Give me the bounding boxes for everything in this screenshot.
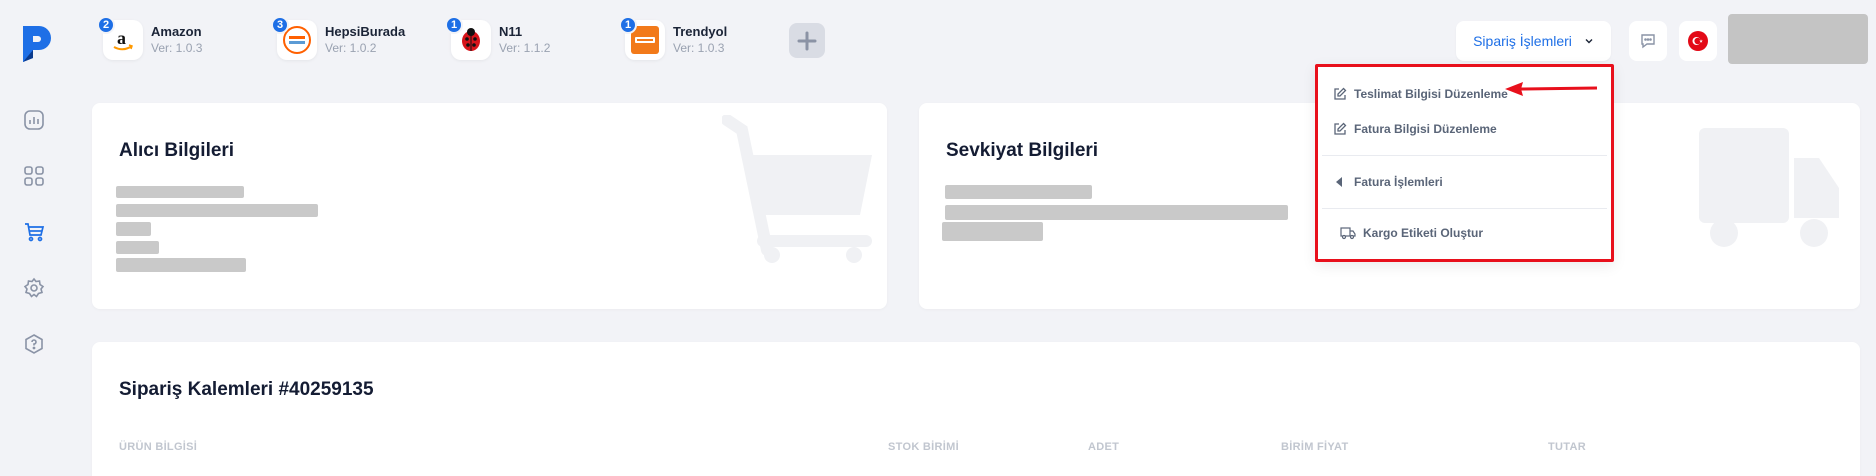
annotation-arrow-icon — [1505, 82, 1597, 96]
app-logo[interactable] — [19, 22, 55, 64]
edit-delivery-info-item[interactable]: Teslimat Bilgisi Düzenleme — [1333, 84, 1508, 104]
sidebar — [0, 0, 68, 476]
count-badge: 3 — [271, 16, 289, 34]
count-badge: 1 — [619, 16, 637, 34]
create-shipping-label-item[interactable]: Kargo Etiketi Oluştur — [1340, 223, 1483, 243]
marketplace-name: Amazon — [151, 24, 202, 39]
invoice-actions-item[interactable]: Fatura İşlemleri — [1333, 172, 1443, 192]
edit-invoice-info-item[interactable]: Fatura Bilgisi Düzenleme — [1333, 119, 1497, 139]
language-button[interactable] — [1679, 21, 1717, 61]
column-header-unit-price[interactable]: BİRİM FİYAT — [1281, 441, 1348, 453]
caret-left-icon — [1336, 177, 1342, 187]
dropdown-item-label: Fatura Bilgisi Düzenleme — [1354, 122, 1497, 136]
marketplace-version: Ver: 1.1.2 — [499, 41, 551, 55]
amazon-logo-icon: 2 a — [97, 16, 143, 60]
dashboard-icon[interactable] — [22, 108, 46, 132]
count-badge: 1 — [445, 16, 463, 34]
hepsiburada-logo-icon: 3 — [271, 16, 317, 60]
chat-icon — [1641, 34, 1655, 49]
order-actions-label: Sipariş İşlemleri — [1473, 33, 1572, 49]
edit-icon — [1334, 87, 1347, 100]
column-header-product[interactable]: ÜRÜN BİLGİSİ — [119, 441, 197, 453]
marketplace-trendyol[interactable]: 1 Trendyol Ver: 1.0.3 — [619, 16, 728, 62]
add-marketplace-button[interactable] — [789, 23, 825, 58]
edit-icon — [1334, 122, 1347, 135]
marketplace-version: Ver: 1.0.3 — [673, 41, 725, 55]
column-header-total[interactable]: TUTAR — [1548, 441, 1586, 453]
redacted-field — [116, 241, 159, 254]
marketplace-hepsiburada[interactable]: 3 HepsiBurada Ver: 1.0.2 — [271, 16, 406, 62]
n11-logo-icon: 1 — [445, 16, 491, 60]
chat-button[interactable] — [1629, 21, 1667, 61]
marketplace-name: HepsiBurada — [325, 24, 406, 39]
order-items-title: Sipariş Kalemleri #40259135 — [119, 379, 374, 400]
column-header-quantity[interactable]: ADET — [1088, 441, 1119, 453]
turkey-flag-icon — [1688, 31, 1708, 51]
apps-icon[interactable] — [22, 164, 46, 188]
user-profile-button[interactable] — [1728, 14, 1868, 64]
plus-icon — [797, 31, 817, 50]
redacted-field — [116, 186, 244, 198]
settings-icon[interactable] — [22, 276, 46, 300]
buyer-card-title: Alıcı Bilgileri — [119, 140, 235, 161]
order-actions-button[interactable]: Sipariş İşlemleri — [1456, 21, 1611, 61]
truck-icon — [1340, 227, 1356, 240]
redacted-field — [942, 222, 1043, 241]
svg-text:a: a — [117, 28, 126, 48]
truck-watermark-icon — [1699, 128, 1839, 247]
dropdown-item-label: Teslimat Bilgisi Düzenleme — [1354, 87, 1508, 101]
redacted-field — [945, 185, 1092, 199]
cart-icon[interactable] — [22, 220, 46, 244]
cart-watermark-icon — [722, 115, 872, 263]
redacted-field — [945, 205, 1288, 220]
help-icon[interactable] — [22, 332, 46, 356]
chevron-down-icon — [1585, 39, 1593, 44]
marketplace-version: Ver: 1.0.2 — [325, 41, 377, 55]
dropdown-item-label: Fatura İşlemleri — [1354, 175, 1443, 189]
redacted-field — [116, 204, 318, 217]
marketplace-version: Ver: 1.0.3 — [151, 41, 203, 55]
marketplace-name: Trendyol — [673, 24, 728, 39]
count-badge: 2 — [97, 16, 115, 34]
dropdown-item-label: Kargo Etiketi Oluştur — [1363, 226, 1484, 240]
marketplace-name: N11 — [499, 24, 523, 39]
marketplace-n11[interactable]: 1 N11 Ver: 1.1.2 — [445, 16, 551, 62]
order-items-card: Sipariş Kalemleri #40259135 — [92, 342, 1860, 476]
redacted-field — [116, 258, 246, 272]
shipment-card-title: Sevkiyat Bilgileri — [946, 140, 1099, 161]
trendyol-logo-icon: 1 — [619, 16, 665, 60]
dropdown-divider — [1322, 155, 1607, 156]
dropdown-divider — [1322, 208, 1607, 209]
buyer-info-card: Alıcı Bilgileri — [92, 103, 887, 309]
column-header-sku[interactable]: STOK BİRİMİ — [888, 441, 959, 453]
marketplace-amazon[interactable]: 2 a Amazon Ver: 1.0.3 — [97, 16, 203, 62]
redacted-field — [116, 222, 151, 236]
